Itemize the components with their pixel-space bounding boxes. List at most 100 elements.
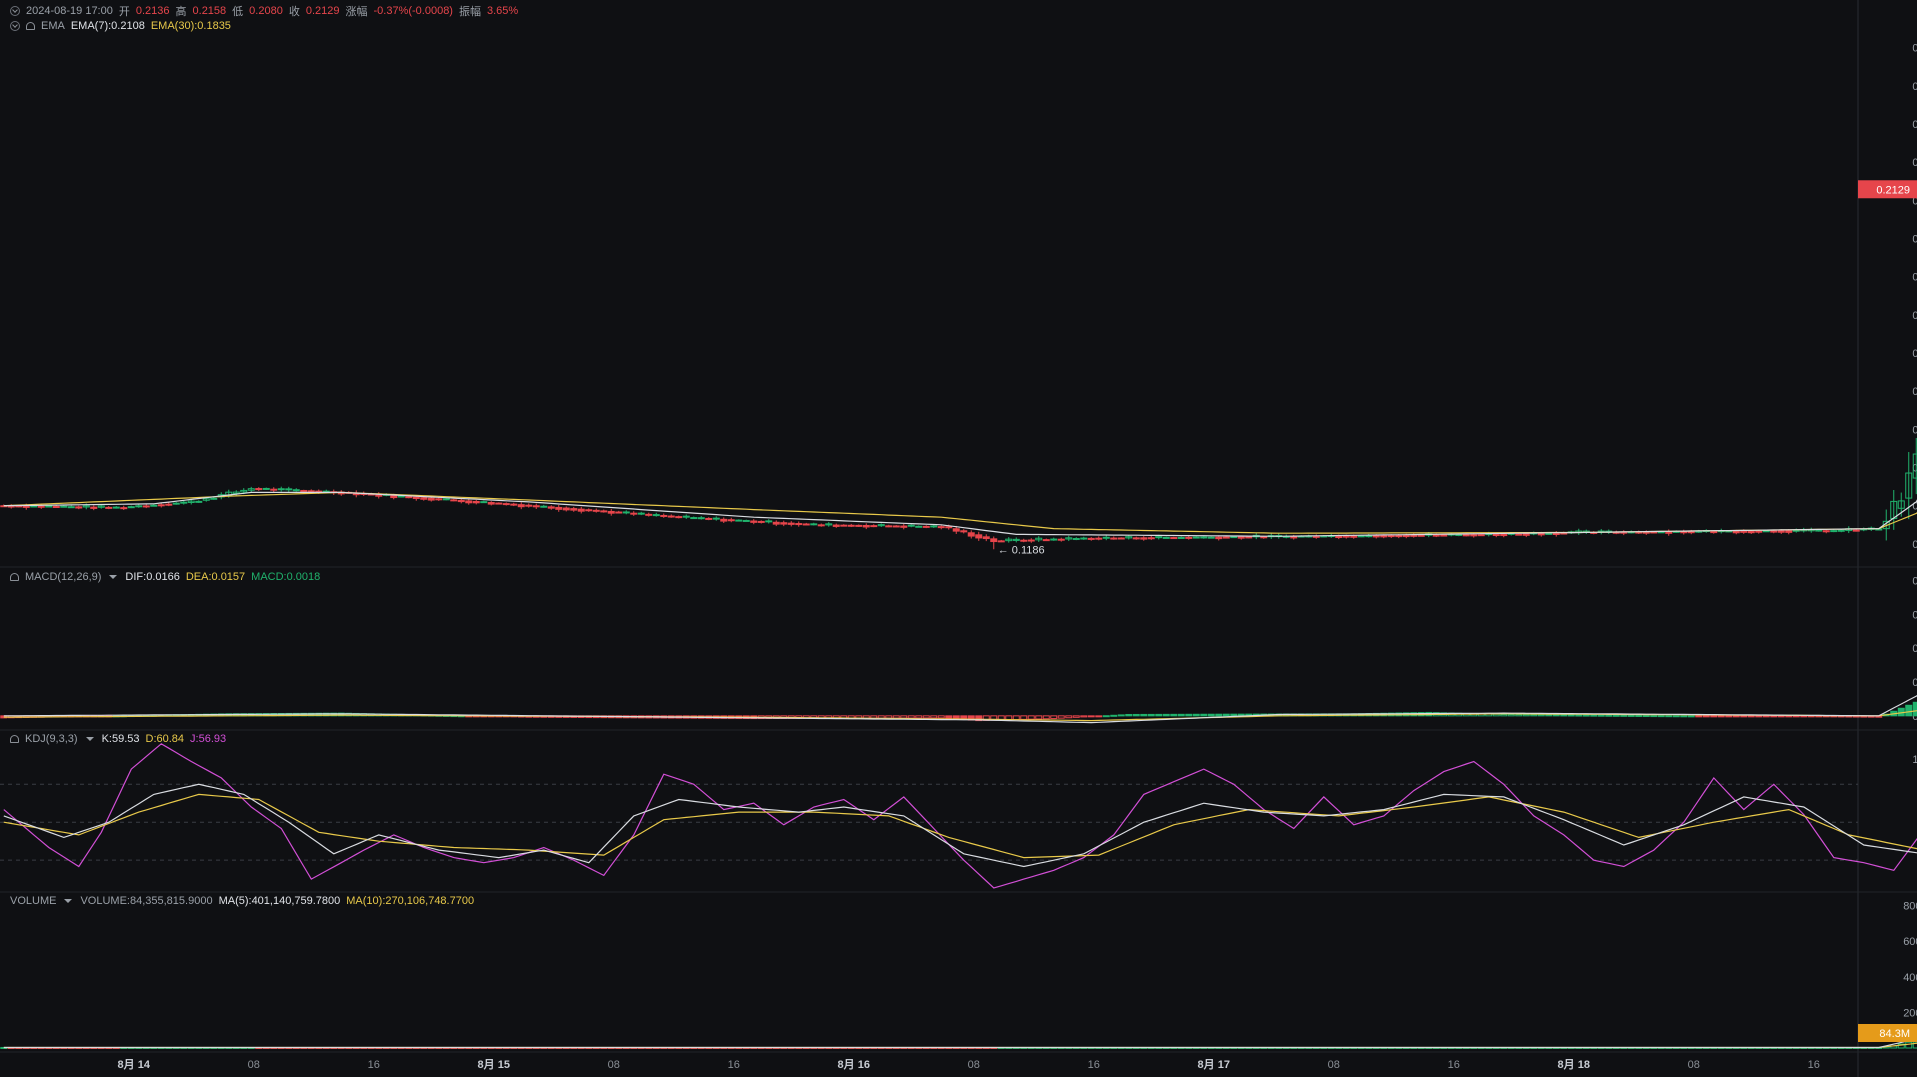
macd-hist-bar bbox=[915, 715, 923, 719]
macd-hist-bar bbox=[1620, 714, 1628, 717]
candle-body bbox=[1755, 530, 1763, 533]
macd-hist-bar bbox=[1695, 715, 1703, 718]
y-tick-label: 0.0100 bbox=[1912, 643, 1917, 655]
candle-body bbox=[1380, 535, 1388, 538]
candle-body bbox=[150, 504, 158, 507]
candle-body bbox=[1260, 536, 1268, 539]
chart-canvas[interactable]: 0.25000.24000.23000.22000.21000.20000.19… bbox=[0, 0, 1917, 1077]
x-tick-label: 16 bbox=[728, 1059, 740, 1071]
x-tick-label: 16 bbox=[1088, 1059, 1100, 1071]
candle-body bbox=[742, 519, 750, 522]
candle-body bbox=[1372, 535, 1380, 538]
macd-hist-bar bbox=[1117, 714, 1125, 717]
macd-hist-bar bbox=[1500, 713, 1508, 717]
candle-body bbox=[1230, 536, 1238, 539]
candle-body bbox=[1177, 536, 1185, 539]
candle-body bbox=[1785, 530, 1793, 533]
candle-body bbox=[712, 517, 720, 520]
candle-body bbox=[540, 505, 548, 508]
macd-hist-bar bbox=[930, 715, 938, 719]
candle-body bbox=[757, 520, 765, 523]
candle-body bbox=[1470, 534, 1478, 537]
macd-hist-bar bbox=[1770, 715, 1778, 718]
y-tick-label: 800.00M bbox=[1903, 901, 1917, 913]
y-tick-label: 0.0050 bbox=[1912, 677, 1917, 689]
candle-body bbox=[1185, 536, 1193, 539]
candle-body bbox=[450, 499, 458, 502]
macd-hist-bar bbox=[1680, 715, 1688, 718]
candle-body bbox=[765, 520, 773, 523]
candle-body bbox=[1710, 531, 1718, 534]
candle-body bbox=[645, 513, 653, 516]
candle-body bbox=[412, 496, 420, 500]
candle-body bbox=[1335, 535, 1343, 539]
candle-body bbox=[997, 540, 1005, 543]
macd-hist-bar bbox=[1672, 715, 1680, 718]
candle-body bbox=[142, 505, 150, 508]
candle-body bbox=[975, 534, 983, 539]
candle-body bbox=[802, 523, 810, 526]
macd-hist-bar bbox=[1665, 715, 1673, 718]
candle-body bbox=[1462, 534, 1470, 537]
candle-body bbox=[270, 488, 278, 491]
candle-body bbox=[1350, 535, 1358, 538]
macd-hist-bar bbox=[1125, 713, 1133, 717]
candle-body bbox=[1102, 536, 1110, 539]
candle-body bbox=[615, 511, 623, 514]
candle-body bbox=[667, 515, 675, 518]
macd-hist-bar bbox=[1222, 713, 1230, 717]
candle-body bbox=[52, 506, 60, 509]
x-tick-label: 08 bbox=[968, 1059, 980, 1071]
candle-body bbox=[735, 519, 743, 522]
macd-hist-bar bbox=[1732, 715, 1740, 718]
candle-body bbox=[1050, 538, 1058, 541]
macd-hist-bar bbox=[1545, 714, 1553, 717]
y-tick-label: 0.1600 bbox=[1912, 386, 1917, 398]
candle-body bbox=[720, 518, 728, 522]
candle-body bbox=[1680, 531, 1688, 534]
y-tick-label: 600.00M bbox=[1903, 936, 1917, 948]
candle-body bbox=[1110, 537, 1118, 540]
last-volume-label: 84.3M bbox=[1879, 1028, 1910, 1040]
candle-body bbox=[1207, 536, 1215, 539]
candle-body bbox=[67, 506, 75, 509]
candle-body bbox=[1830, 530, 1838, 533]
candle-body bbox=[592, 509, 600, 512]
macd-hist-bar bbox=[1042, 715, 1050, 720]
y-tick-label: 200.00M bbox=[1903, 1007, 1917, 1019]
macd-hist-bar bbox=[1740, 715, 1748, 718]
candle-body bbox=[915, 525, 923, 528]
candle-body bbox=[37, 505, 45, 508]
candle-body bbox=[1117, 537, 1125, 540]
macd-hist-bar bbox=[1177, 713, 1185, 717]
macd-hist-bar bbox=[1650, 715, 1658, 718]
candle-body bbox=[457, 499, 465, 503]
candle-body bbox=[1365, 535, 1373, 538]
x-tick-label: 8月 17 bbox=[1198, 1058, 1230, 1071]
macd-hist-bar bbox=[937, 715, 945, 719]
candle-body bbox=[1147, 537, 1155, 540]
y-tick-label: 0.1200 bbox=[1912, 539, 1917, 551]
macd-hist-bar bbox=[1747, 715, 1755, 718]
candle-body bbox=[870, 525, 878, 528]
candle-body bbox=[795, 523, 803, 526]
candle-body bbox=[705, 517, 713, 520]
x-tick-label: 08 bbox=[1328, 1059, 1340, 1071]
candle-body bbox=[817, 524, 825, 527]
y-tick-label: 0.1800 bbox=[1912, 310, 1917, 322]
candle-body bbox=[1777, 530, 1785, 533]
y-tick-label: 0.2300 bbox=[1912, 119, 1917, 131]
candle-body bbox=[45, 505, 53, 508]
macd-hist-bar bbox=[1687, 715, 1695, 718]
candle-body bbox=[1792, 529, 1800, 532]
candle-body bbox=[690, 517, 698, 520]
candle-body bbox=[180, 501, 188, 504]
candle-body bbox=[405, 496, 413, 499]
y-tick-label: 0.1900 bbox=[1912, 272, 1917, 284]
macd-hist-bar bbox=[922, 715, 930, 719]
macd-hist-bar bbox=[1200, 713, 1208, 717]
candle-body bbox=[1410, 534, 1418, 537]
x-tick-label: 08 bbox=[1688, 1059, 1700, 1071]
candle-body bbox=[1545, 532, 1553, 535]
candle-body bbox=[1057, 538, 1065, 541]
